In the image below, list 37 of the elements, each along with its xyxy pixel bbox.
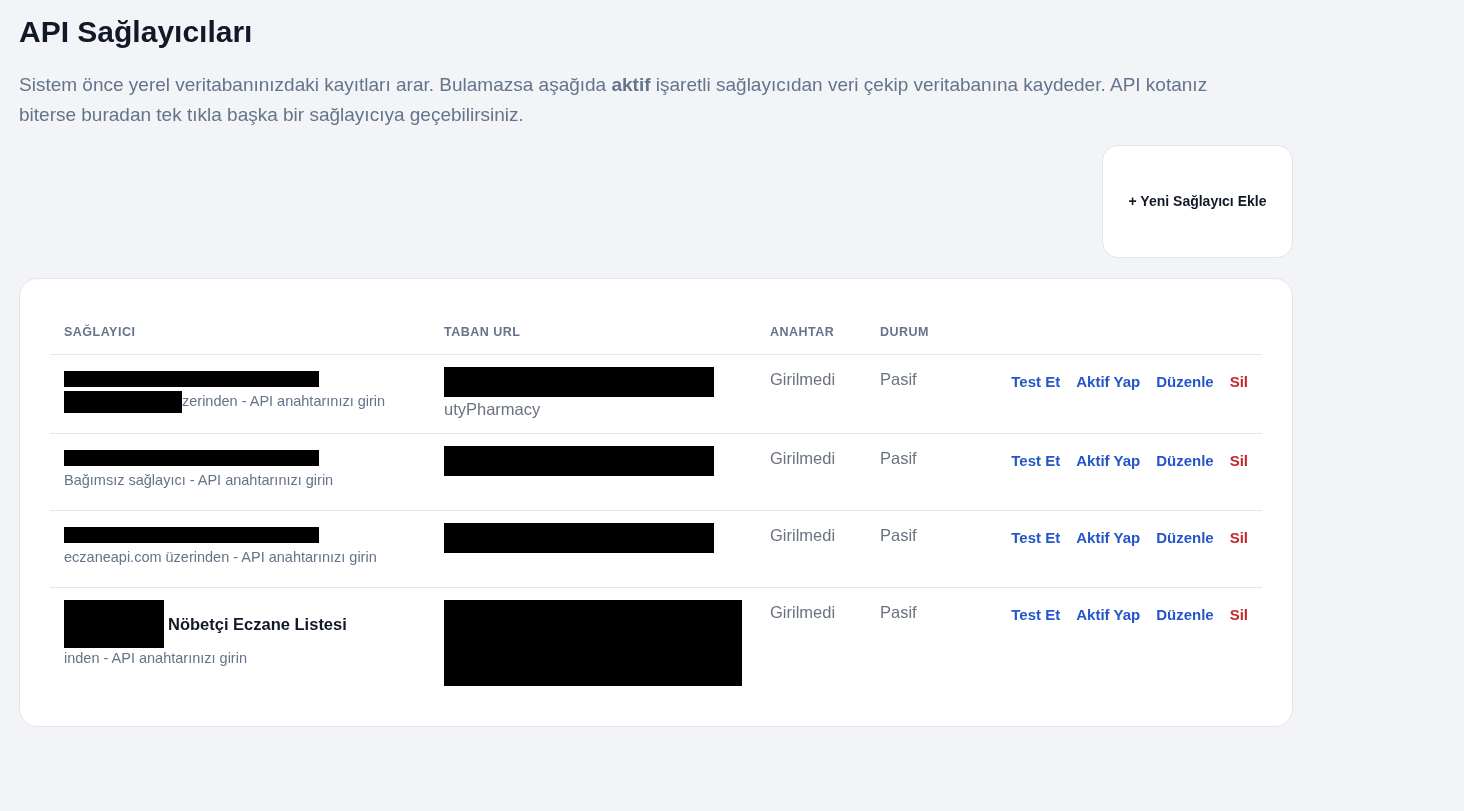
provider-status: Pasif [880, 369, 917, 388]
column-header: DURUM [880, 324, 930, 339]
base-url: utyPharmacy [444, 398, 542, 420]
action-link[interactable]: Düzenle [1156, 527, 1214, 550]
action-link[interactable]: Test Et [1011, 604, 1061, 627]
delete-link[interactable]: Sil [1229, 527, 1248, 550]
key-status: Girilmedi [770, 526, 836, 545]
provider-description: inden - API anahtarınızı girin [64, 649, 247, 669]
provider-description: zerinden - API anahtarınızı girin [182, 391, 386, 411]
action-link[interactable]: Test Et [1011, 450, 1061, 473]
column-header: TABAN URL [444, 324, 521, 339]
action-link[interactable]: Aktif Yap [1076, 370, 1141, 394]
action-link[interactable]: Test Et [1011, 370, 1061, 394]
key-status: Girilmedi [770, 603, 836, 622]
provider-status: Pasif [880, 526, 917, 545]
key-status: Girilmedi [770, 449, 836, 468]
column-header: ANAHTAR [770, 324, 835, 339]
column-header: SAĞLAYICI [64, 324, 136, 339]
provider-status: Pasif [880, 449, 917, 468]
delete-link[interactable]: Sil [1229, 370, 1248, 394]
action-link[interactable]: Düzenle [1156, 370, 1214, 394]
action-link[interactable]: Düzenle [1156, 450, 1214, 473]
delete-link[interactable]: Sil [1229, 450, 1248, 473]
add-provider-button[interactable]: + Yeni Sağlayıcı Ekle [1102, 144, 1293, 258]
provider-name: Nöbetçi Eczane Listesi [168, 613, 347, 635]
provider-status: Pasif [880, 603, 917, 622]
provider-description: eczaneapi.com üzerinden - API anahtarınızı girin [64, 548, 377, 568]
delete-link[interactable]: Sil [1229, 604, 1248, 627]
key-status: Girilmedi [770, 369, 836, 388]
action-link[interactable]: Aktif Yap [1076, 527, 1141, 550]
action-link[interactable]: Aktif Yap [1076, 604, 1141, 627]
provider-description: Bağımsız sağlayıcı - API anahtarınızı girin [64, 471, 334, 491]
action-link[interactable]: Aktif Yap [1076, 450, 1141, 473]
intro-text: Sistem önce yerel veritabanınızdaki kayıtları arar. Bulamazsa aşağıda aktif işaretli sağlayıcıdan veri çekip veritabanına kaydeder. API kotanız biterse buradan tek tıkla başka bir sağlayıcıya geçebilirsiniz. [19, 73, 1209, 128]
action-link[interactable]: Test Et [1011, 527, 1061, 550]
page-title: API Sağlayıcıları [19, 14, 254, 50]
action-link[interactable]: Düzenle [1156, 604, 1214, 627]
